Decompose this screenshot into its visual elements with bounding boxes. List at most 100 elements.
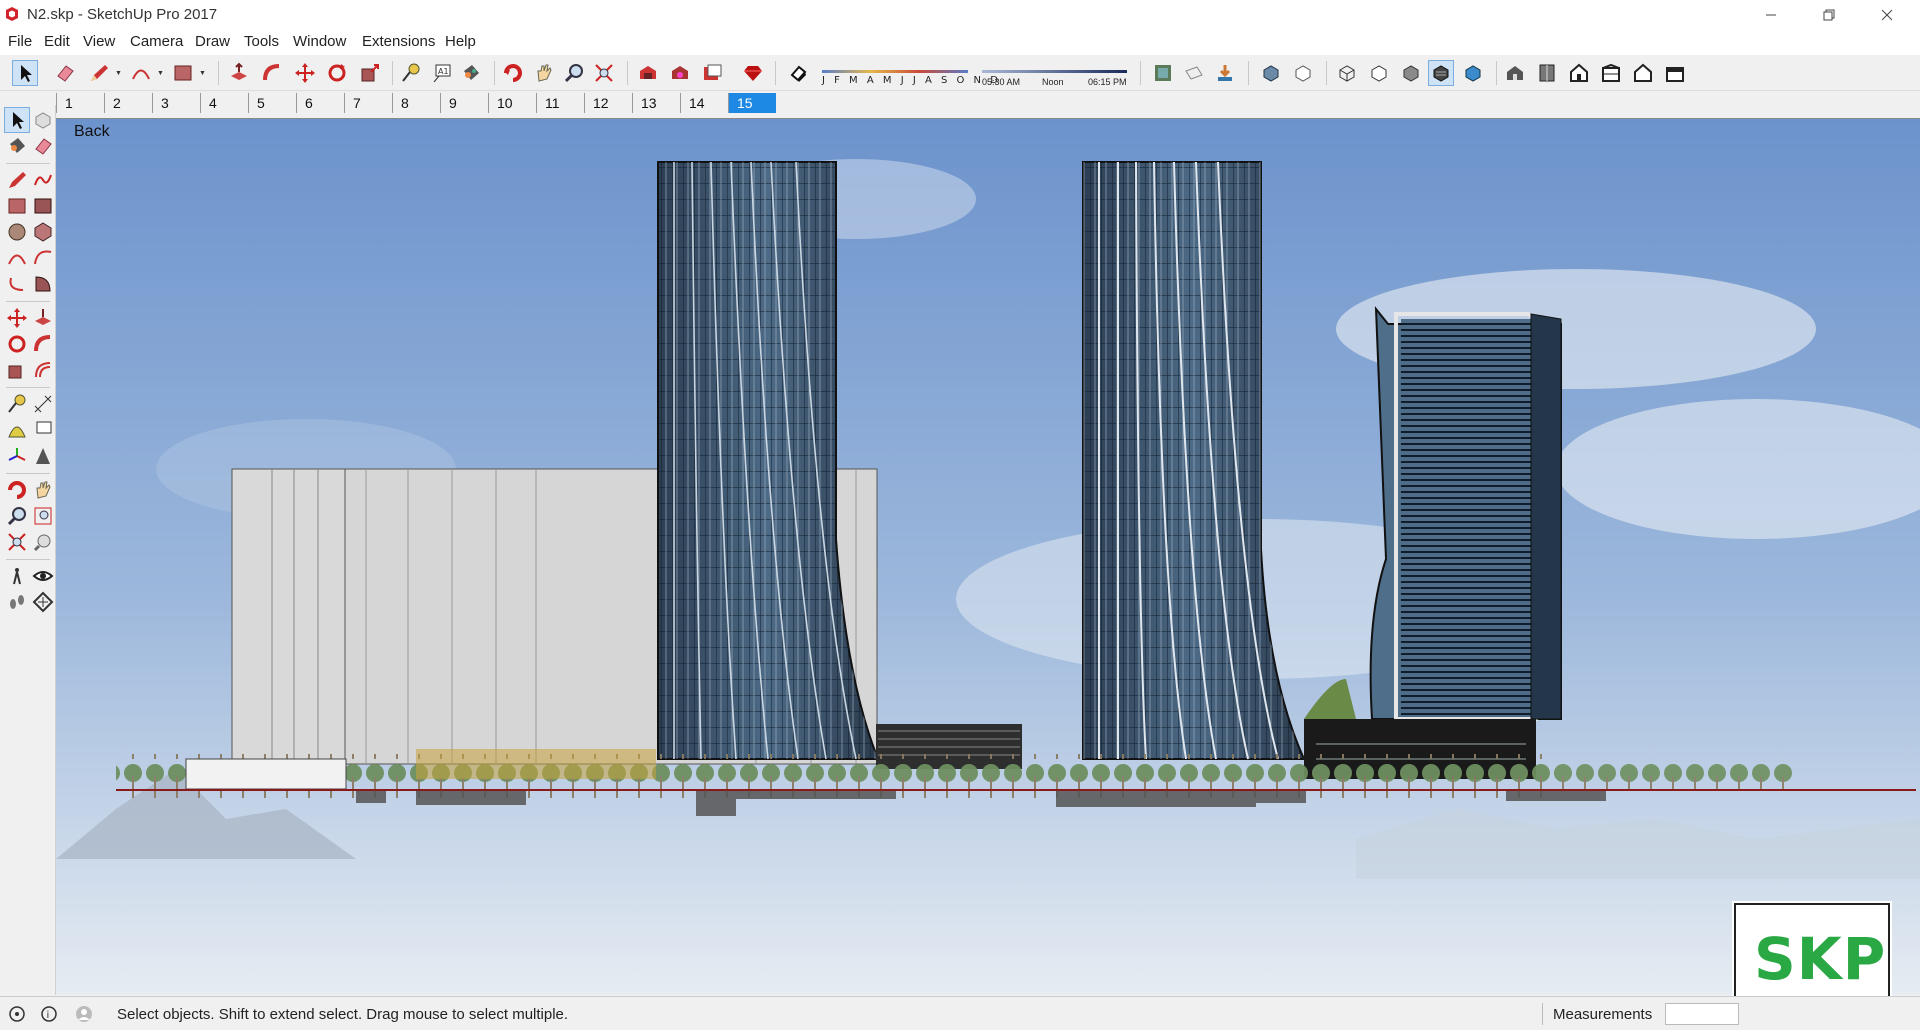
close-button[interactable] — [1858, 0, 1916, 30]
restore-button[interactable] — [1800, 0, 1858, 30]
model-viewport[interactable]: Back — [56, 118, 1920, 995]
select-tool-button[interactable] — [12, 60, 38, 86]
geo-location-icon[interactable] — [8, 1005, 26, 1023]
menu-extensions[interactable]: Extensions — [362, 33, 435, 50]
palette-arc-button[interactable] — [4, 245, 30, 271]
palette-dimension-button[interactable] — [30, 391, 56, 417]
scene-tab-9[interactable]: 9 — [440, 93, 488, 113]
palette-previous-view-button[interactable] — [30, 529, 56, 555]
palette-component-button[interactable] — [30, 107, 56, 133]
xray-button[interactable] — [1258, 60, 1284, 86]
palette-orbit-button[interactable] — [4, 477, 30, 503]
palette-rotated-rectangle-button[interactable] — [30, 193, 56, 219]
palette-rectangle-button[interactable] — [4, 193, 30, 219]
palette-freehand-button[interactable] — [30, 167, 56, 193]
menu-edit[interactable]: Edit — [44, 33, 70, 50]
front-view-button[interactable] — [1566, 60, 1592, 86]
palette-walk-button[interactable] — [4, 589, 30, 615]
palette-pie-button[interactable] — [30, 271, 56, 297]
shadow-month-slider[interactable]: J F M A M J J A S O N D — [822, 66, 998, 86]
text-tool-button[interactable]: A1 — [429, 60, 455, 86]
tape-measure-button[interactable] — [398, 60, 424, 86]
menu-help[interactable]: Help — [445, 33, 476, 50]
section-plane-button[interactable] — [1181, 60, 1207, 86]
palette-scale-button[interactable] — [4, 357, 30, 383]
iso-view-button[interactable] — [1502, 60, 1528, 86]
scene-tab-1[interactable]: 1 — [56, 93, 104, 113]
palette-3point-arc-button[interactable] — [4, 271, 30, 297]
palette-look-around-button[interactable] — [30, 563, 56, 589]
palette-move-button[interactable] — [4, 305, 30, 331]
rectangle-tool-button[interactable] — [170, 60, 196, 86]
palette-paint-button[interactable] — [4, 133, 30, 159]
palette-text-button[interactable] — [30, 417, 56, 443]
palette-protractor-button[interactable] — [4, 417, 30, 443]
menu-tools[interactable]: Tools — [244, 33, 279, 50]
palette-zoom-button[interactable] — [4, 503, 30, 529]
scene-tab-13[interactable]: 13 — [632, 93, 680, 113]
palette-3d-text-button[interactable] — [30, 443, 56, 469]
palette-offset-button[interactable] — [30, 357, 56, 383]
scene-tab-6[interactable]: 6 — [296, 93, 344, 113]
rotate-button[interactable] — [324, 60, 350, 86]
line-dropdown-icon[interactable]: ▼ — [115, 70, 122, 77]
scene-tab-2[interactable]: 2 — [104, 93, 152, 113]
right-view-button[interactable] — [1598, 60, 1624, 86]
scene-tab-7[interactable]: 7 — [344, 93, 392, 113]
credits-icon[interactable]: i — [40, 1005, 58, 1023]
arc-dropdown-icon[interactable]: ▼ — [157, 70, 164, 77]
user-account-icon[interactable] — [75, 1005, 93, 1023]
palette-2point-arc-button[interactable] — [30, 245, 56, 271]
move-button[interactable] — [292, 60, 318, 86]
palette-section-plane-button[interactable] — [30, 589, 56, 615]
palette-position-camera-button[interactable] — [4, 563, 30, 589]
arc-tool-button[interactable] — [128, 60, 154, 86]
shaded-button[interactable] — [1398, 60, 1424, 86]
monochrome-button[interactable] — [1460, 60, 1486, 86]
left-view-button[interactable] — [1662, 60, 1688, 86]
scene-tab-12[interactable]: 12 — [584, 93, 632, 113]
palette-line-button[interactable] — [4, 167, 30, 193]
hidden-line-button[interactable] — [1366, 60, 1392, 86]
shaded-textures-button[interactable] — [1428, 60, 1454, 86]
scene-tab-11[interactable]: 11 — [536, 93, 584, 113]
rectangle-dropdown-icon[interactable]: ▼ — [199, 70, 206, 77]
palette-select-button[interactable] — [4, 107, 30, 133]
scale-button[interactable] — [357, 60, 383, 86]
palette-circle-button[interactable] — [4, 219, 30, 245]
shadow-toggle-button[interactable] — [785, 60, 811, 86]
scene-tab-4[interactable]: 4 — [200, 93, 248, 113]
follow-me-button[interactable] — [259, 60, 285, 86]
layout-button[interactable] — [699, 60, 725, 86]
menu-camera[interactable]: Camera — [130, 33, 183, 50]
palette-axes-button[interactable] — [4, 443, 30, 469]
palette-polygon-button[interactable] — [30, 219, 56, 245]
pan-button[interactable] — [531, 60, 557, 86]
display-sections-button[interactable] — [1212, 60, 1238, 86]
menu-view[interactable]: View — [83, 33, 115, 50]
back-edges-button[interactable] — [1290, 60, 1316, 86]
eraser-tool-button[interactable] — [52, 60, 78, 86]
zoom-extents-button[interactable] — [591, 60, 617, 86]
menu-file[interactable]: File — [8, 33, 32, 50]
paint-bucket-button[interactable] — [458, 60, 484, 86]
palette-zoom-extents-button[interactable] — [4, 529, 30, 555]
menu-draw[interactable]: Draw — [195, 33, 230, 50]
line-tool-button[interactable] — [86, 60, 112, 86]
minimize-button[interactable] — [1742, 0, 1800, 30]
scene-tab-8[interactable]: 8 — [392, 93, 440, 113]
palette-tape-button[interactable] — [4, 391, 30, 417]
palette-zoom-window-button[interactable] — [30, 503, 56, 529]
top-view-button[interactable] — [1534, 60, 1560, 86]
zoom-button[interactable] — [561, 60, 587, 86]
shadow-time-slider[interactable]: 05:30 AM Noon 06:15 PM — [982, 66, 1132, 87]
styles-button[interactable] — [1150, 60, 1176, 86]
palette-pan-button[interactable] — [30, 477, 56, 503]
palette-follow-me-button[interactable] — [30, 331, 56, 357]
palette-rotate-button[interactable] — [4, 331, 30, 357]
scene-tab-10[interactable]: 10 — [488, 93, 536, 113]
scene-tab-15[interactable]: 15 — [728, 93, 776, 113]
scene-tab-5[interactable]: 5 — [248, 93, 296, 113]
back-view-button[interactable] — [1630, 60, 1656, 86]
extension-warehouse-button[interactable] — [667, 60, 693, 86]
